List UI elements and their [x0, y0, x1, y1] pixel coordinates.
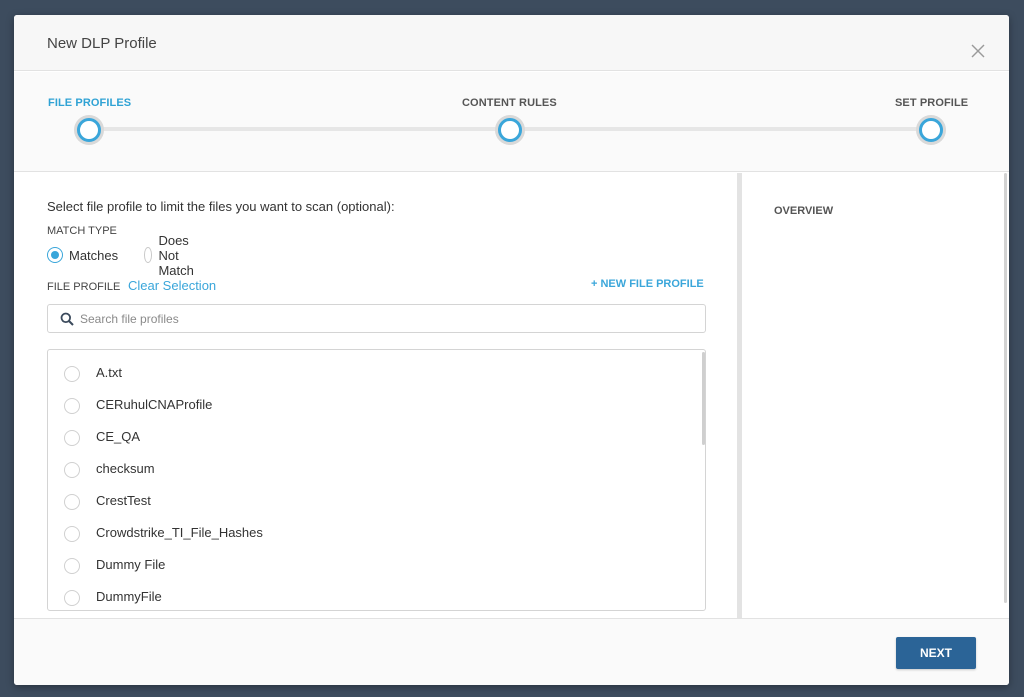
list-item-label: DummyFile [96, 589, 162, 604]
radio-unchecked-icon[interactable] [64, 398, 80, 414]
list-item-dummyfile[interactable]: DummyFile [48, 582, 698, 610]
step-node-set-profile[interactable] [916, 115, 946, 145]
radio-checked-icon[interactable] [47, 247, 63, 263]
step-label-file-profiles[interactable]: FILE PROFILES [48, 97, 131, 109]
file-profile-pane: Select file profile to limit the files y… [14, 173, 737, 618]
list-item-a-txt[interactable]: A.txt [48, 358, 698, 390]
modal-title: New DLP Profile [47, 35, 157, 52]
step-node-file-profiles[interactable] [74, 115, 104, 145]
match-type-matches-label: Matches [69, 247, 119, 263]
list-item-ceruhulcnaprofile[interactable]: CERuhulCNAProfile [48, 390, 698, 422]
search-input[interactable] [80, 308, 680, 330]
overview-title: OVERVIEW [774, 205, 834, 217]
step-label-set-profile[interactable]: SET PROFILE [895, 97, 968, 109]
step-label-content-rules[interactable]: CONTENT RULES [462, 97, 557, 109]
radio-unchecked-icon[interactable] [144, 247, 153, 263]
modal-footer: NEXT [14, 618, 1009, 685]
file-profile-list: A.txt CERuhulCNAProfile CE_QA checksum C… [47, 349, 706, 611]
list-item-label: CrestTest [96, 493, 151, 508]
match-type-label: MATCH TYPE [47, 225, 117, 237]
list-item-checksum[interactable]: checksum [48, 454, 698, 486]
clear-selection-link[interactable]: Clear Selection [128, 278, 216, 293]
search-icon [60, 312, 74, 326]
list-item-cresttest[interactable]: CrestTest [48, 486, 698, 518]
new-file-profile-link[interactable]: + NEW FILE PROFILE [591, 278, 704, 290]
radio-unchecked-icon[interactable] [64, 558, 80, 574]
match-type-matches[interactable]: Matches [47, 245, 118, 265]
search-box[interactable] [47, 304, 706, 333]
list-item-label: checksum [96, 461, 155, 476]
list-item-crowdstrike-ti-file-hashes[interactable]: Crowdstrike_TI_File_Hashes [48, 518, 698, 550]
new-dlp-profile-dialog: New DLP Profile FILE PROFILES CONTENT RU… [14, 15, 1009, 685]
radio-unchecked-icon[interactable] [64, 462, 80, 478]
modal-header: New DLP Profile [14, 15, 1009, 71]
match-type-does-not-match[interactable]: Does Not Match [144, 233, 201, 278]
next-button[interactable]: NEXT [896, 637, 976, 669]
overview-scrollbar[interactable] [1004, 173, 1007, 603]
wizard-stepper: FILE PROFILES CONTENT RULES SET PROFILE [14, 72, 1009, 172]
overview-pane: OVERVIEW [742, 173, 1009, 618]
list-item-ce-qa[interactable]: CE_QA [48, 422, 698, 454]
list-item-label: A.txt [96, 365, 123, 380]
list-item-dummy-file[interactable]: Dummy File [48, 550, 698, 582]
radio-unchecked-icon[interactable] [64, 590, 80, 606]
close-icon[interactable] [969, 42, 987, 60]
list-item-label: CE_QA [96, 429, 141, 444]
file-profile-label: FILE PROFILE [47, 281, 121, 293]
radio-unchecked-icon[interactable] [64, 430, 80, 446]
match-type-does-not-match-label: Does Not Match [158, 232, 194, 278]
radio-unchecked-icon[interactable] [64, 526, 80, 542]
list-item-label: Crowdstrike_TI_File_Hashes [96, 525, 263, 540]
radio-unchecked-icon[interactable] [64, 494, 80, 510]
list-item-label: CERuhulCNAProfile [96, 397, 213, 412]
list-item-label: Dummy File [96, 557, 166, 572]
list-scrollbar[interactable] [702, 352, 705, 445]
instructions-text: Select file profile to limit the files y… [47, 199, 395, 214]
step-node-content-rules[interactable] [495, 115, 525, 145]
radio-unchecked-icon[interactable] [64, 366, 80, 382]
